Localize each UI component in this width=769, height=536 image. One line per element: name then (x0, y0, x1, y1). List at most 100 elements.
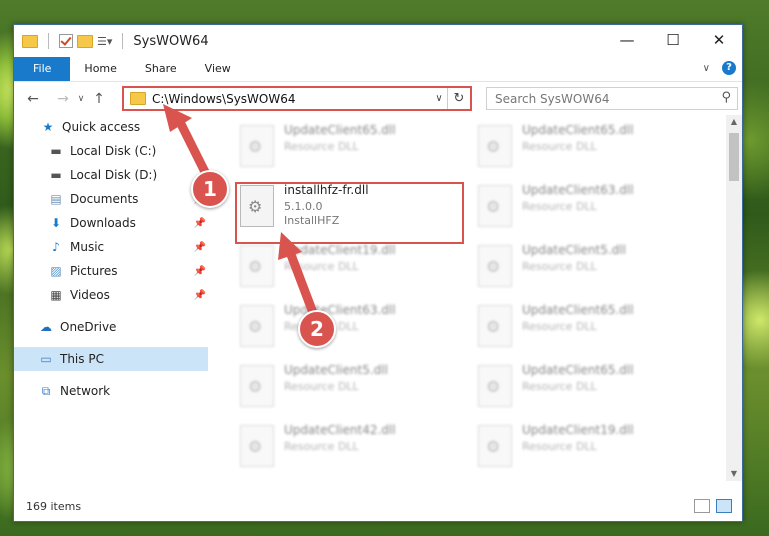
new-folder-icon[interactable] (77, 34, 93, 48)
music-icon: ♪ (52, 240, 60, 254)
folder-icon (22, 34, 38, 48)
file-item[interactable]: UpdateClient65.dll Resource DLL (476, 119, 706, 175)
videos-icon: ▦ (50, 288, 62, 302)
sidebar-item-quick-access[interactable]: ★ Quick access (14, 115, 208, 139)
window-controls: — ☐ ✕ (604, 25, 742, 55)
up-button[interactable]: ↑ (88, 91, 110, 107)
file-item[interactable]: UpdateClient65.dll Resource DLL (476, 299, 706, 355)
file-description: Resource DLL (522, 320, 597, 333)
dll-file-icon (478, 305, 512, 347)
tab-file[interactable]: File (14, 57, 71, 81)
scroll-up-icon[interactable]: ▲ (726, 115, 742, 129)
properties-icon[interactable] (59, 34, 73, 48)
sidebar-item-label: Downloads (70, 216, 136, 230)
status-bar: 169 items (14, 491, 742, 521)
search-input[interactable]: Search SysWOW64 ⚲ (486, 87, 738, 110)
file-item[interactable]: UpdateClient65.dll Resource DLL (238, 119, 468, 175)
file-name: UpdateClient19.dll (284, 243, 396, 257)
tab-share[interactable]: Share (131, 57, 191, 81)
scroll-down-icon[interactable]: ▼ (726, 467, 742, 481)
file-name: UpdateClient19.dll (522, 423, 634, 437)
address-bar[interactable]: C:\Windows\SysWOW64 ∨ ↻ (122, 86, 472, 111)
address-dropdown-icon[interactable]: ∨ (431, 93, 447, 104)
sidebar-item-label: Local Disk (D:) (70, 168, 158, 182)
dll-file-icon (478, 245, 512, 287)
file-name: UpdateClient65.dll (284, 123, 396, 137)
file-description: Resource DLL (284, 140, 359, 153)
file-item[interactable]: UpdateClient5.dll Resource DLL (238, 359, 468, 415)
step-badge-2: 2 (298, 310, 336, 348)
navigation-bar: ← → ∨ ↑ C:\Windows\SysWOW64 ∨ ↻ Search S… (14, 82, 742, 116)
file-item[interactable]: UpdateClient5.dll Resource DLL (476, 239, 706, 295)
pin-icon[interactable]: 📌 (194, 218, 206, 229)
documents-icon: ▤ (50, 192, 62, 206)
customize-toolbar-icon[interactable]: ☰▾ (97, 35, 112, 48)
back-button[interactable]: ← (22, 91, 44, 107)
sidebar-item-network[interactable]: ⧉ Network (14, 379, 208, 403)
sidebar-item-label: Network (60, 384, 111, 398)
drive-icon: ▬ (50, 168, 62, 182)
sidebar-item-local-disk-c[interactable]: ▬ Local Disk (C:) (14, 139, 208, 163)
file-name: UpdateClient63.dll (522, 183, 634, 197)
folder-icon (130, 92, 146, 105)
file-name: UpdateClient63.dll (284, 303, 396, 317)
file-description: Resource DLL (284, 260, 359, 273)
file-description: Resource DLL (284, 380, 359, 393)
pin-icon[interactable]: 📌 (194, 266, 206, 277)
close-button[interactable]: ✕ (696, 25, 742, 55)
vertical-scrollbar[interactable]: ▲ ▼ (726, 115, 742, 481)
item-count: 169 items (26, 499, 82, 513)
file-description: Resource DLL (522, 380, 597, 393)
title-bar: ☰▾ SysWOW64 — ☐ ✕ (14, 25, 742, 57)
sidebar-item-label: Quick access (62, 120, 141, 134)
pin-icon[interactable]: 📌 (194, 242, 206, 253)
file-item[interactable]: UpdateClient19.dll Resource DLL (238, 239, 468, 295)
scroll-thumb[interactable] (729, 133, 739, 181)
sidebar-item-music[interactable]: ♪ Music 📌 (14, 235, 208, 259)
dll-file-icon (478, 365, 512, 407)
divider (48, 33, 49, 49)
network-icon: ⧉ (41, 383, 51, 398)
sidebar-item-label: OneDrive (60, 320, 117, 334)
file-item[interactable]: UpdateClient42.dll Resource DLL (238, 419, 468, 475)
tab-view[interactable]: View (191, 57, 245, 81)
file-name: UpdateClient65.dll (522, 303, 634, 317)
drive-icon: ▬ (50, 144, 62, 158)
address-path[interactable]: C:\Windows\SysWOW64 (152, 92, 431, 106)
details-view-icon[interactable] (694, 499, 710, 513)
file-description: Resource DLL (522, 440, 597, 453)
download-icon: ⬇ (50, 216, 62, 230)
file-item[interactable]: UpdateClient65.dll Resource DLL (476, 359, 706, 415)
recent-locations-button[interactable]: ∨ (74, 94, 88, 104)
pin-icon[interactable]: 📌 (194, 290, 206, 301)
sidebar-item-this-pc[interactable]: ▭ This PC (14, 347, 208, 371)
sidebar-item-videos[interactable]: ▦ Videos 📌 (14, 283, 208, 307)
sidebar-item-downloads[interactable]: ⬇ Downloads 📌 (14, 211, 208, 235)
minimize-button[interactable]: — (604, 25, 650, 55)
sidebar-item-pictures[interactable]: ▨ Pictures 📌 (14, 259, 208, 283)
file-description: Resource DLL (284, 440, 359, 453)
divider (122, 33, 124, 49)
sidebar-item-local-disk-d[interactable]: ▬ Local Disk (D:) (14, 163, 208, 187)
file-description: Resource DLL (522, 140, 597, 153)
dll-file-icon (478, 425, 512, 467)
step-badge-1: 1 (191, 170, 229, 208)
expand-ribbon-icon[interactable]: ∨ (703, 63, 710, 74)
file-item[interactable]: UpdateClient19.dll Resource DLL (476, 419, 706, 475)
refresh-icon[interactable]: ↻ (447, 88, 470, 109)
help-icon[interactable]: ? (722, 61, 736, 75)
file-name: UpdateClient5.dll (284, 363, 388, 377)
maximize-button[interactable]: ☐ (650, 25, 696, 55)
forward-button[interactable]: → (52, 91, 74, 107)
search-icon[interactable]: ⚲ (721, 90, 731, 105)
sidebar-item-onedrive[interactable]: ☁ OneDrive (14, 315, 208, 339)
tab-home[interactable]: Home (70, 57, 130, 81)
pictures-icon: ▨ (50, 264, 62, 278)
file-item[interactable]: UpdateClient63.dllResource DLL (476, 179, 706, 235)
sidebar-item-label: Music (70, 240, 105, 254)
sidebar-item-label: This PC (60, 352, 104, 366)
dll-file-icon (240, 305, 274, 347)
file-item[interactable]: UpdateClient63.dllResource DLL (238, 299, 468, 355)
large-icons-view-icon[interactable] (716, 499, 732, 513)
sidebar-item-documents[interactable]: ▤ Documents 📌 (14, 187, 208, 211)
